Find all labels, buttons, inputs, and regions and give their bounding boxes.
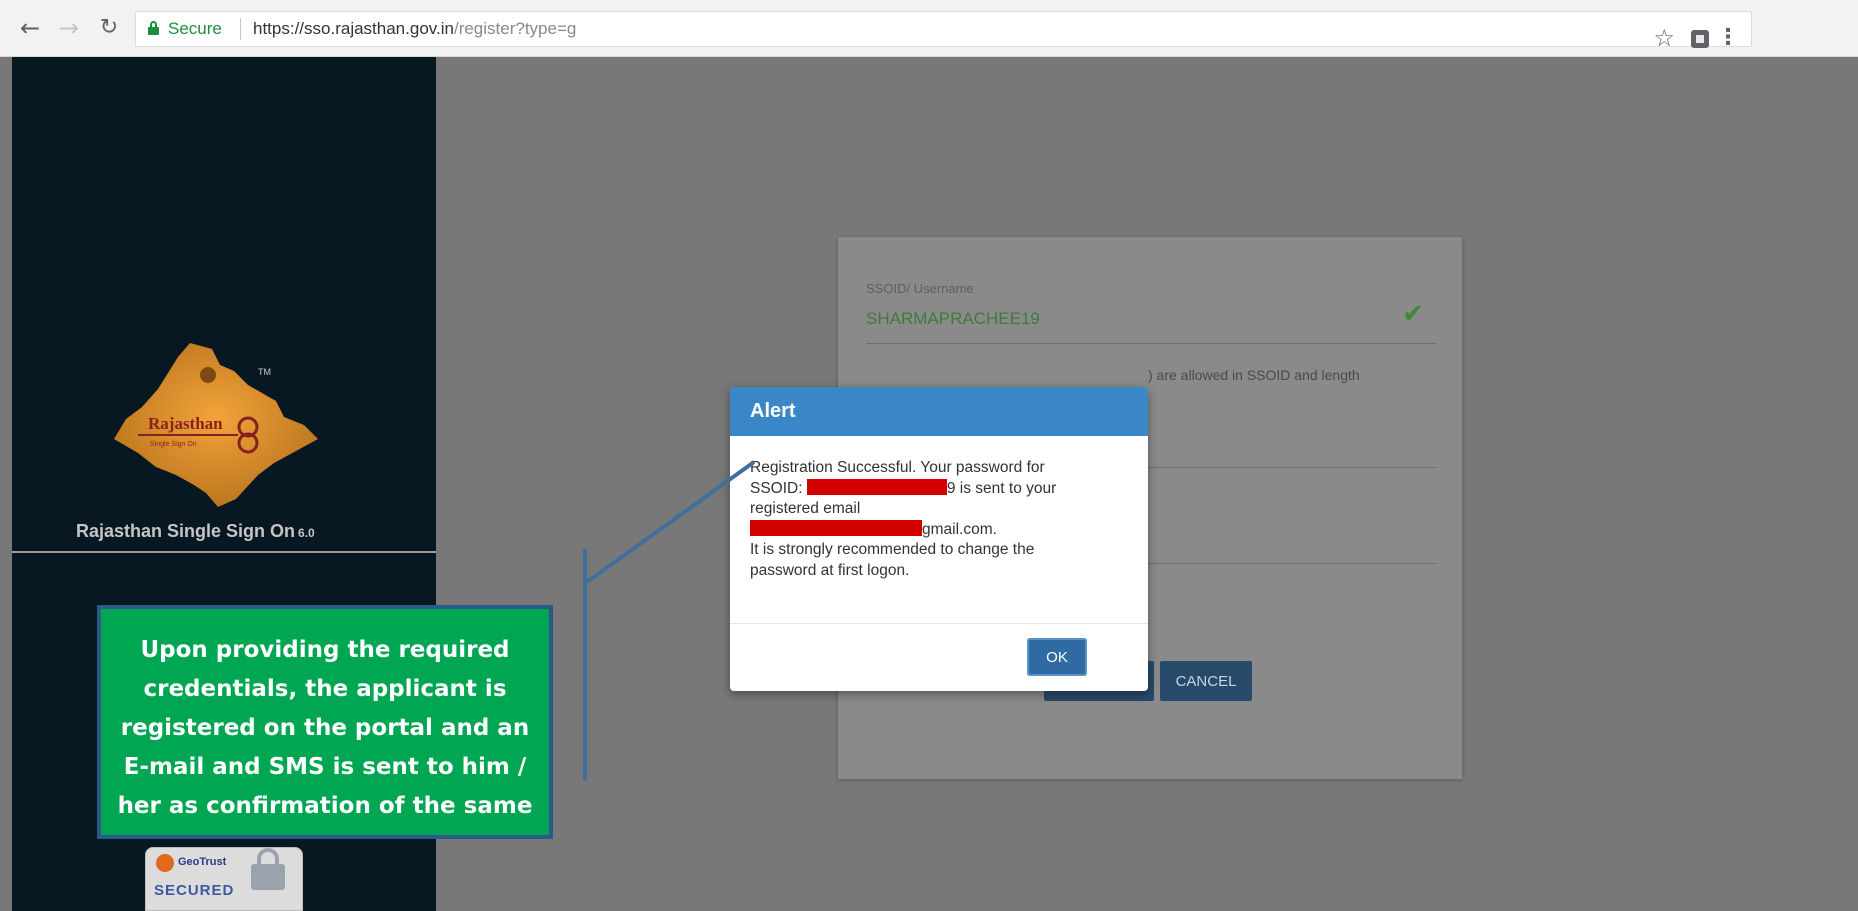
annotation-callout: Upon providing the required credentials,… bbox=[97, 605, 553, 839]
browser-toolbar: ← → ↻ Secure https://sso.rajasthan.gov.i… bbox=[0, 0, 1858, 57]
extension-icon[interactable] bbox=[1691, 30, 1709, 48]
back-arrow-icon[interactable]: ← bbox=[16, 14, 44, 42]
lock-icon[interactable] bbox=[148, 21, 159, 35]
star-icon[interactable]: ☆ bbox=[1653, 24, 1675, 52]
forward-arrow-icon[interactable]: → bbox=[55, 14, 83, 42]
secure-label[interactable]: Secure bbox=[168, 19, 222, 39]
page-overlay: TM Rajasthan Single Sign On Rajasthan Si… bbox=[0, 57, 1858, 911]
callout-text: Upon providing the required credentials,… bbox=[117, 637, 533, 819]
callout-arrow bbox=[585, 460, 756, 584]
url-text[interactable]: https://sso.rajasthan.gov.in/register?ty… bbox=[253, 19, 576, 39]
address-bar[interactable]: Secure https://sso.rajasthan.gov.in/regi… bbox=[135, 11, 1752, 52]
menu-icon[interactable]: ⋮ bbox=[1717, 25, 1739, 50]
reload-icon[interactable]: ↻ bbox=[95, 14, 123, 42]
url-path: /register?type=g bbox=[453, 19, 577, 38]
address-separator bbox=[240, 18, 241, 40]
url-host: https://sso.rajasthan.gov.in bbox=[253, 19, 454, 38]
